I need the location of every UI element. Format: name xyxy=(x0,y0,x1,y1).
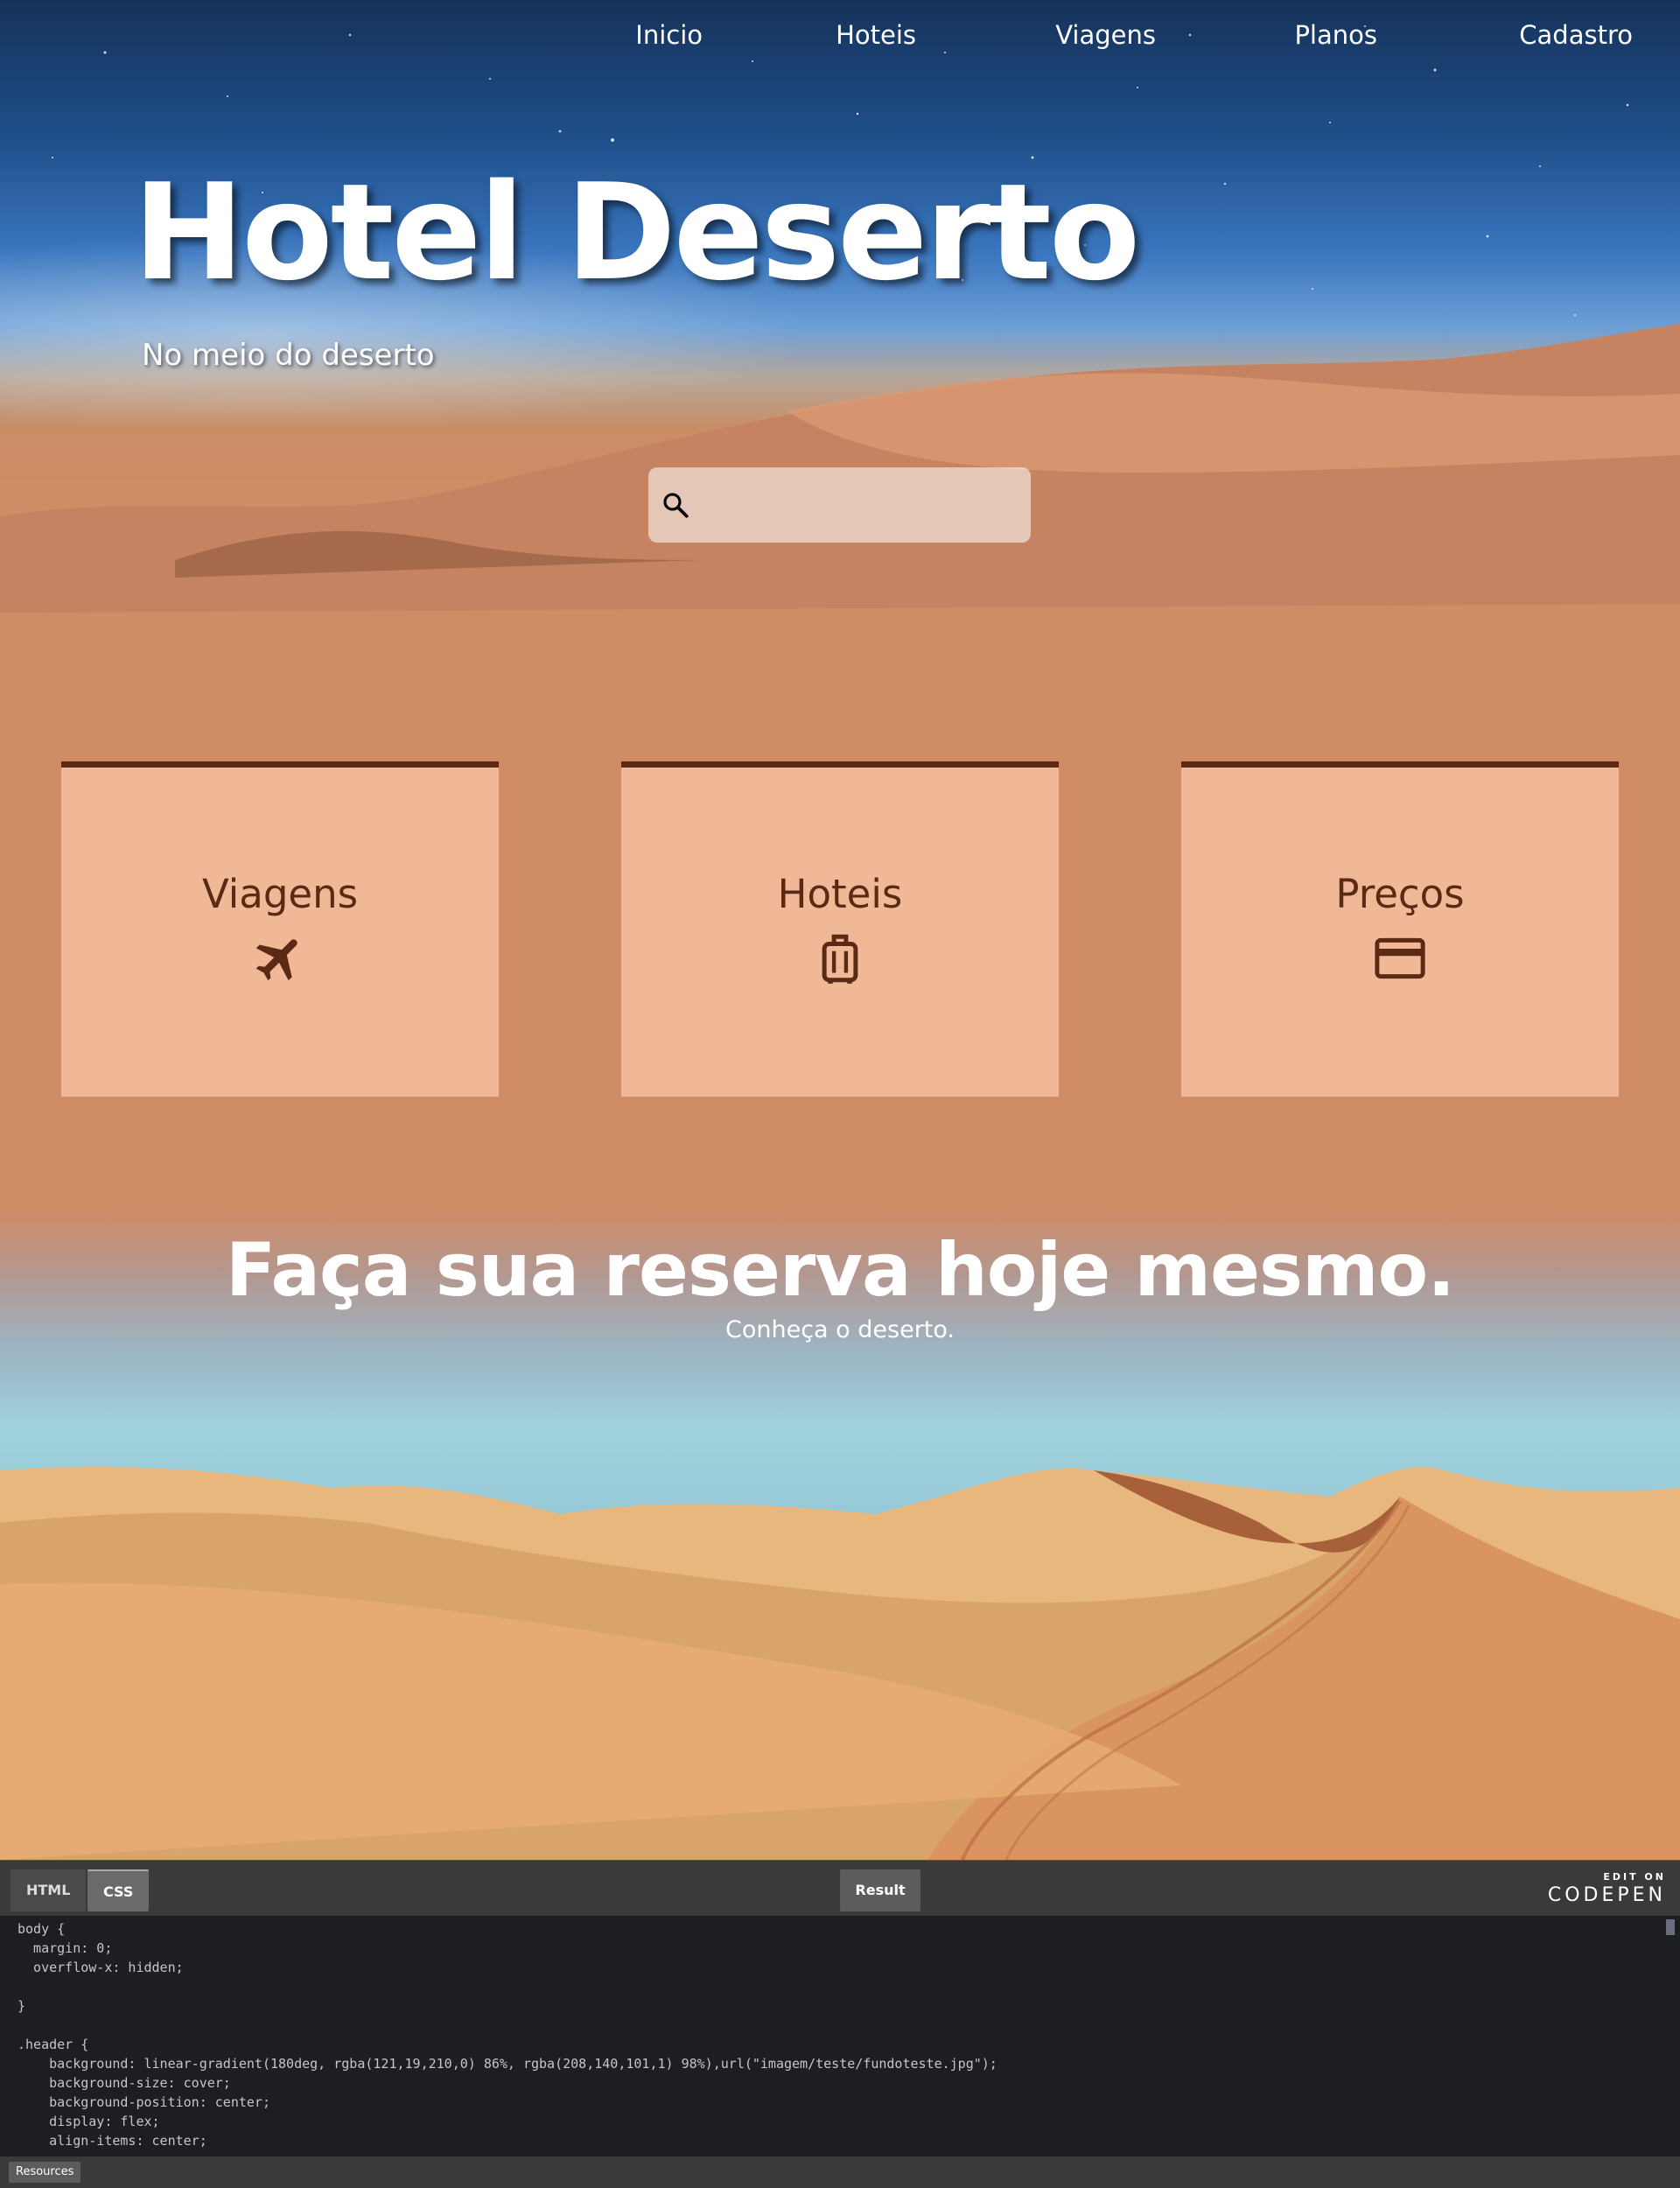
code-line: margin: 0; xyxy=(18,1940,113,1956)
card-title: Hoteis xyxy=(777,871,903,917)
code-editor[interactable]: body { margin: 0; overflow-x: hidden; } … xyxy=(0,1916,1680,2156)
codepen-footer: Resources xyxy=(0,2156,1680,2188)
cta-subtitle: Conheça o deserto. xyxy=(724,1316,956,1343)
code-line: background: linear-gradient(180deg, rgba… xyxy=(18,2056,998,2072)
reservation-cta: Faça sua reserva hoje mesmo. Conheça o d… xyxy=(0,1208,1680,1860)
code-line: body { xyxy=(18,1921,66,1937)
tab-css[interactable]: CSS xyxy=(88,1869,150,1911)
nav-hoteis[interactable]: Hoteis xyxy=(836,20,916,50)
code-line: overflow-x: hidden; xyxy=(18,1960,184,1975)
code-line: display: flex; xyxy=(18,2114,160,2129)
edit-on-codepen-link[interactable]: EDIT ON CODEPEN xyxy=(1548,1871,1666,1906)
card-precos[interactable]: Preços xyxy=(1181,761,1619,1097)
search-input[interactable] xyxy=(697,478,1016,532)
codepen-logo: CODEPEN xyxy=(1547,1884,1666,1906)
search-icon[interactable] xyxy=(661,490,690,520)
card-title: Preços xyxy=(1335,871,1465,917)
result-button[interactable]: Result xyxy=(840,1869,920,1911)
card-title: Viagens xyxy=(201,871,359,917)
luggage-icon xyxy=(822,934,858,984)
nav-viagens[interactable]: Viagens xyxy=(1055,20,1156,50)
nav-cadastro[interactable]: Cadastro xyxy=(1519,20,1633,50)
cta-title: Faça sua reserva hoje mesmo. xyxy=(225,1227,1455,1313)
credit-card-icon xyxy=(1375,937,1425,979)
nav-planos[interactable]: Planos xyxy=(1294,20,1377,50)
card-viagens[interactable]: Viagens xyxy=(61,761,499,1097)
search-box[interactable] xyxy=(648,467,1031,543)
codepen-toolbar: HTML CSS Result EDIT ON CODEPEN xyxy=(0,1860,1680,1917)
airplane-icon xyxy=(256,939,298,981)
scrollbar-thumb[interactable] xyxy=(1666,1919,1675,1935)
tab-html[interactable]: HTML xyxy=(10,1869,87,1911)
resources-button[interactable]: Resources xyxy=(9,2162,81,2183)
code-line: align-items: center; xyxy=(18,2133,207,2149)
hero-title: Hotel Deserto xyxy=(133,155,1140,310)
code-line: background-size: cover; xyxy=(18,2075,231,2091)
nav-inicio[interactable]: Inicio xyxy=(635,20,703,50)
card-hoteis[interactable]: Hoteis xyxy=(621,761,1059,1097)
code-line: .header { xyxy=(18,2037,89,2052)
code-line: background-position: center; xyxy=(18,2094,270,2110)
hero-header: Inicio Hoteis Viagens Planos Cadastro Ho… xyxy=(0,0,1680,630)
code-line: } xyxy=(18,1998,26,2014)
edit-on-label: EDIT ON xyxy=(1603,1871,1666,1883)
features-section: Viagens Hoteis Preços xyxy=(0,630,1680,1208)
hero-subtitle: No meio do deserto xyxy=(142,338,435,373)
